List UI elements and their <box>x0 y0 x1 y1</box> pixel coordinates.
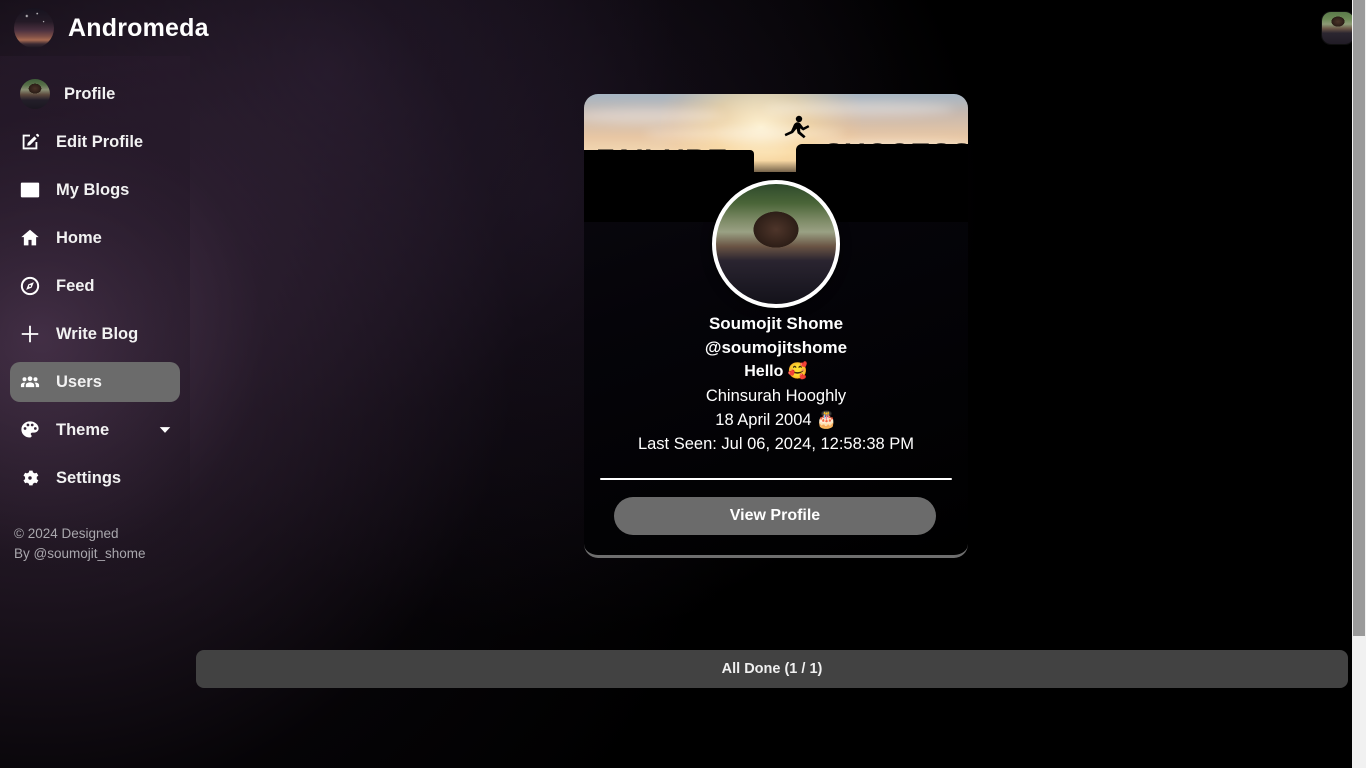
profile-handle: @soumojitshome <box>704 338 848 357</box>
sidebar-item-label: Feed <box>56 276 95 295</box>
top-bar: Andromeda <box>0 0 1366 56</box>
topbar-avatar[interactable] <box>1322 12 1354 44</box>
page-scrollbar-thumb[interactable] <box>1353 0 1365 636</box>
sidebar-item-settings[interactable]: Settings <box>10 458 180 498</box>
profile-location: Chinsurah Hooghly <box>705 387 847 405</box>
all-done-status-bar: All Done (1 / 1) <box>196 650 1348 688</box>
sidebar-item-label: Write Blog <box>56 324 139 343</box>
sidebar-item-label: Settings <box>56 468 122 487</box>
gear-icon <box>18 466 42 490</box>
app-root: Andromeda Profile Edit Profile My Blogs … <box>0 0 1366 768</box>
profile-bio: Hello 🥰 <box>744 363 808 380</box>
copyright: © 2024 Designed By @soumojit_shome <box>0 524 190 564</box>
view-profile-button[interactable]: View Profile <box>614 497 936 535</box>
compass-icon <box>18 274 42 298</box>
sidebar-item-home[interactable]: Home <box>10 218 180 258</box>
sidebar-item-users[interactable]: Users <box>10 362 180 402</box>
sidebar: Profile Edit Profile My Blogs Home Feed <box>0 56 190 768</box>
home-icon <box>18 226 42 250</box>
card-divider <box>600 478 952 480</box>
sidebar-item-label: Theme <box>56 420 110 439</box>
user-profile-card[interactable]: FAILURE SUCCESS Soumojit Shome @soumojit… <box>584 94 968 558</box>
profile-name: Soumojit Shome <box>708 314 844 333</box>
sidebar-item-edit-profile[interactable]: Edit Profile <box>10 122 180 162</box>
sidebar-item-feed[interactable]: Feed <box>10 266 180 306</box>
sidebar-item-my-blogs[interactable]: My Blogs <box>10 170 180 210</box>
app-title: Andromeda <box>68 13 209 42</box>
user-avatar-icon <box>20 79 50 109</box>
profile-birthday: 18 April 2004 🎂 <box>715 411 837 429</box>
pencil-square-icon <box>18 130 42 154</box>
copyright-line-1: © 2024 Designed <box>14 526 119 541</box>
sidebar-item-label: Edit Profile <box>56 132 144 151</box>
sidebar-item-label: Profile <box>64 84 116 103</box>
sidebar-item-label: My Blogs <box>56 180 130 199</box>
sidebar-item-theme[interactable]: Theme <box>10 410 180 450</box>
sidebar-item-profile[interactable]: Profile <box>10 74 180 114</box>
image-icon <box>18 178 42 202</box>
brand[interactable]: Andromeda <box>0 8 209 48</box>
palette-icon <box>18 418 42 442</box>
sidebar-item-label: Users <box>56 372 102 391</box>
sidebar-item-label: Home <box>56 228 102 247</box>
all-done-label: All Done (1 / 1) <box>721 661 823 677</box>
profile-avatar[interactable] <box>712 180 840 308</box>
people-group-icon <box>18 370 42 394</box>
banner-word-success: SUCCESS <box>823 138 968 171</box>
galaxy-logo-icon <box>14 8 54 48</box>
copyright-line-2: By @soumojit_shome <box>14 546 146 561</box>
profile-details: Soumojit Shome @soumojitshome Hello 🥰 Ch… <box>584 312 968 456</box>
chevron-down-icon[interactable] <box>158 423 172 437</box>
sidebar-item-write-blog[interactable]: Write Blog <box>10 314 180 354</box>
profile-last-seen: Last Seen: Jul 06, 2024, 12:58:38 PM <box>637 435 915 453</box>
plus-icon <box>18 322 42 346</box>
